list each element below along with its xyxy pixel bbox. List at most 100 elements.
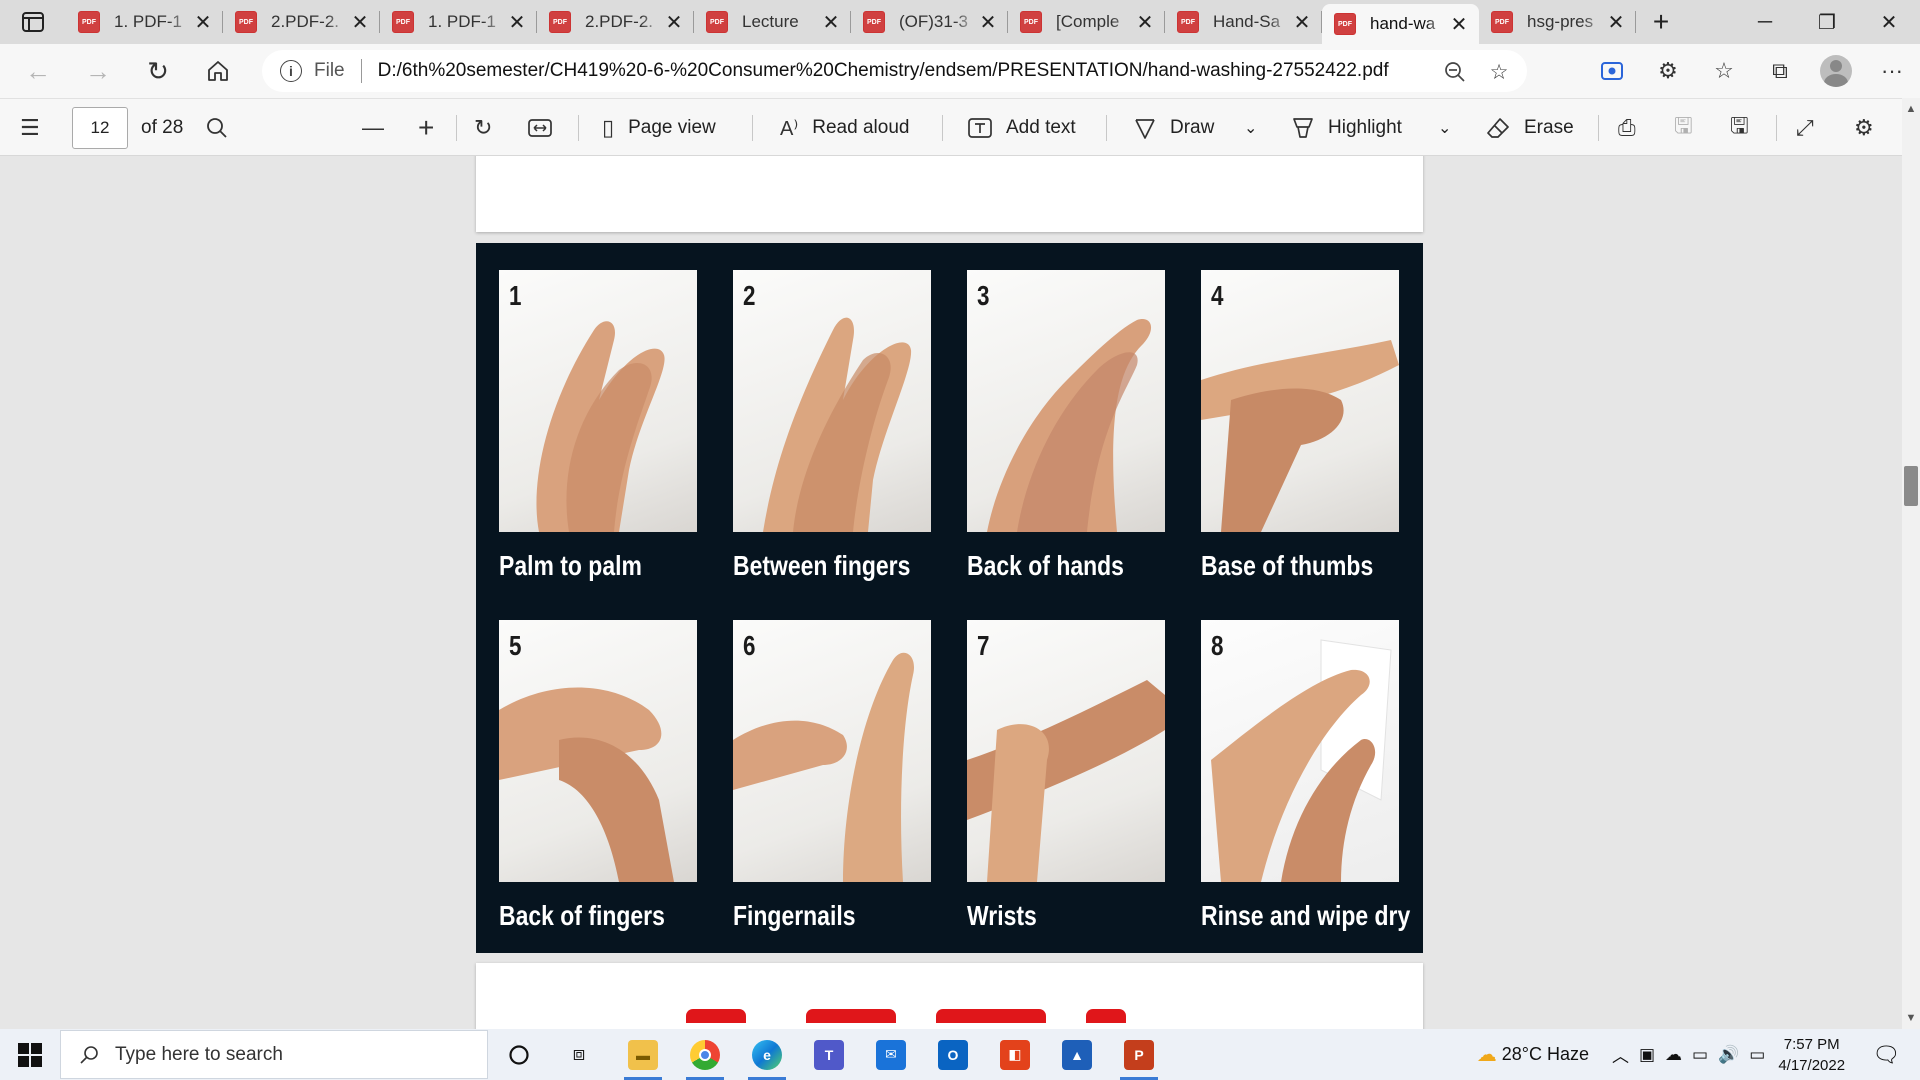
find-button[interactable]	[206, 99, 228, 157]
draw-button[interactable]: Draw	[1134, 99, 1214, 157]
pdf-settings-button[interactable]: ⚙	[1854, 99, 1874, 157]
info-icon[interactable]: i	[280, 60, 302, 82]
taskbar-search-input[interactable]: Type here to search	[60, 1030, 488, 1079]
browser-tab[interactable]: PDF [Comple ✕	[1008, 0, 1165, 44]
pdf-icon: PDF	[78, 11, 100, 33]
add-text-button[interactable]: Add text	[968, 99, 1076, 157]
chevron-up-icon[interactable]: ︿	[1612, 1042, 1629, 1067]
cortana-button[interactable]	[494, 1029, 544, 1080]
scroll-down-icon[interactable]: ▼	[1902, 1009, 1920, 1027]
chrome-button[interactable]	[680, 1029, 730, 1080]
office-button[interactable]: ◧	[990, 1029, 1040, 1080]
step-caption: Fingernails	[733, 900, 856, 931]
gear-icon: ⚙	[1854, 115, 1874, 140]
minimize-button[interactable]: ─	[1734, 0, 1796, 44]
browser-tab[interactable]: PDF 2.PDF-2. ✕	[223, 0, 380, 44]
save-button[interactable]: 🖫	[1674, 99, 1693, 157]
chrome-icon	[690, 1039, 720, 1070]
save-as-button[interactable]: 🖫	[1730, 99, 1749, 157]
page-number-field[interactable]: 12	[72, 99, 128, 157]
close-tab-icon[interactable]: ✕	[1135, 10, 1155, 35]
network-icon[interactable]: ▭	[1749, 1045, 1765, 1065]
page-view-button[interactable]: ▯ Page view	[602, 99, 716, 157]
extensions-button[interactable]: ⚙	[1640, 44, 1696, 98]
rotate-button[interactable]: ↻	[474, 99, 492, 157]
print-button[interactable]: ⎙	[1618, 99, 1636, 157]
highlight-options-dropdown[interactable]: ⌄	[1438, 99, 1451, 157]
vertical-scrollbar[interactable]: ▲ ▼	[1902, 98, 1920, 1029]
settings-more-button[interactable]: ···	[1864, 44, 1920, 98]
start-button[interactable]	[0, 1029, 60, 1080]
tab-actions-button[interactable]	[0, 0, 66, 44]
close-tab-icon[interactable]: ✕	[1292, 10, 1312, 35]
battery-icon[interactable]: ▭	[1692, 1045, 1708, 1065]
hands-illustration	[763, 317, 912, 532]
notifications-icon[interactable]: 🗨	[1872, 1042, 1900, 1068]
erase-button[interactable]: Erase	[1486, 99, 1574, 157]
weather-text[interactable]: 28°C Haze	[1502, 1044, 1589, 1065]
fullscreen-button[interactable]: ⤢	[1796, 99, 1814, 157]
close-tab-icon[interactable]: ✕	[664, 10, 684, 35]
profile-button[interactable]	[1808, 44, 1864, 98]
onedrive-icon[interactable]: ☁	[1665, 1045, 1682, 1065]
puzzle-icon: ⚙	[1658, 58, 1678, 83]
highlight-label: Highlight	[1328, 117, 1402, 138]
close-tab-icon[interactable]: ✕	[193, 10, 213, 35]
meet-now-icon[interactable]: ▣	[1639, 1045, 1655, 1065]
browser-tab[interactable]: PDF 1. PDF-1 ✕	[66, 0, 223, 44]
pdf-viewer[interactable]: 1 Palm to palm 2 Between fingers 3 Back …	[0, 156, 1902, 1029]
page-number-input[interactable]: 12	[72, 107, 128, 149]
browser-tab[interactable]: PDF (OF)31-3 ✕	[851, 0, 1008, 44]
home-button[interactable]	[188, 44, 248, 98]
mail-button[interactable]: ✉	[866, 1029, 916, 1080]
favorites-button[interactable]: ☆	[1696, 44, 1752, 98]
restore-button[interactable]: ❐	[1796, 0, 1858, 44]
page-total: of 28	[141, 99, 183, 157]
add-favorite-icon[interactable]: ☆	[1485, 58, 1513, 86]
contents-button[interactable]: ☰	[20, 99, 40, 157]
browser-tab[interactable]: PDF hsg-pres ✕	[1479, 0, 1636, 44]
browser-tab[interactable]: PDF Hand-Sa ✕	[1165, 0, 1322, 44]
folder-icon: ▬	[628, 1039, 658, 1070]
file-explorer-button[interactable]: ▬	[618, 1029, 668, 1080]
forward-button[interactable]: →	[68, 44, 128, 98]
screen-capture-button[interactable]	[1584, 44, 1640, 98]
task-view-button[interactable]: ⧈	[554, 1029, 604, 1080]
teams-icon: T	[814, 1039, 844, 1070]
scrollbar-thumb[interactable]	[1904, 466, 1918, 506]
read-aloud-button[interactable]: A⁾ Read aloud	[780, 99, 909, 157]
back-button[interactable]: ←	[8, 44, 68, 98]
zoom-icon[interactable]	[1441, 58, 1469, 86]
new-tab-button[interactable]: +	[1636, 0, 1686, 44]
pdf-icon: PDF	[1334, 13, 1356, 35]
close-window-button[interactable]: ✕	[1858, 0, 1920, 44]
close-tab-icon[interactable]: ✕	[821, 10, 841, 35]
photos-button[interactable]: ▲	[1052, 1029, 1102, 1080]
close-tab-icon[interactable]: ✕	[507, 10, 527, 35]
close-tab-icon[interactable]: ✕	[1606, 10, 1626, 35]
collections-button[interactable]: ⧉	[1752, 44, 1808, 98]
browser-tab[interactable]: PDF 1. PDF-1 ✕	[380, 0, 537, 44]
fit-to-width-button[interactable]	[528, 99, 552, 157]
eraser-icon	[1487, 118, 1509, 138]
volume-icon[interactable]: 🔊	[1718, 1045, 1739, 1065]
browser-tab[interactable]: PDF 2.PDF-2. ✕	[537, 0, 694, 44]
clock[interactable]: 7:57 PM 4/17/2022	[1778, 1034, 1845, 1076]
teams-button[interactable]: T	[804, 1029, 854, 1080]
weather-icon[interactable]: ☁	[1477, 1042, 1497, 1067]
edge-button[interactable]: e	[742, 1029, 792, 1080]
close-tab-icon[interactable]: ✕	[978, 10, 998, 35]
zoom-in-button[interactable]: +	[418, 99, 434, 157]
close-tab-icon[interactable]: ✕	[1449, 12, 1469, 37]
address-input[interactable]: i File D:/6th%20semester/CH419%20-6-%20C…	[262, 50, 1527, 92]
powerpoint-button[interactable]: P	[1114, 1029, 1164, 1080]
draw-options-dropdown[interactable]: ⌄	[1244, 99, 1257, 157]
zoom-out-button[interactable]: —	[362, 99, 384, 157]
refresh-button[interactable]: ↻	[128, 44, 188, 98]
highlight-button[interactable]: Highlight	[1292, 99, 1402, 157]
close-tab-icon[interactable]: ✕	[350, 10, 370, 35]
outlook-button[interactable]: O	[928, 1029, 978, 1080]
browser-tab-active[interactable]: PDF hand-wa ✕	[1322, 4, 1479, 44]
scroll-up-icon[interactable]: ▲	[1902, 100, 1920, 118]
browser-tab[interactable]: PDF Lecture ✕	[694, 0, 851, 44]
